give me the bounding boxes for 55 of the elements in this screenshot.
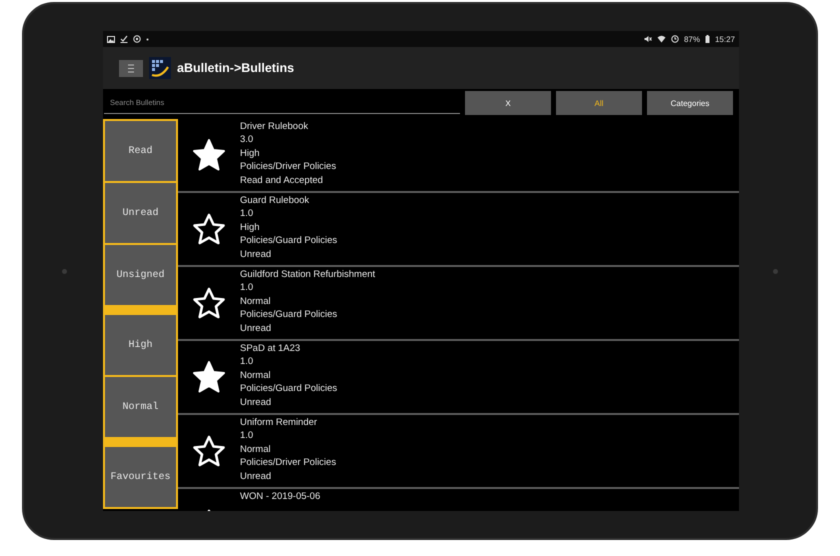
filter-button[interactable]: High xyxy=(105,315,176,375)
star-outline-icon[interactable] xyxy=(192,434,226,468)
bulletin-priority: High xyxy=(240,220,261,234)
clock-time: 15:27 xyxy=(714,34,735,44)
bulletin-title: Uniform Reminder xyxy=(240,416,318,430)
sensor-dot xyxy=(62,268,67,274)
bulletin-status: Unread xyxy=(240,470,272,484)
filter-button[interactable]: Unsigned xyxy=(105,245,176,305)
mute-icon xyxy=(644,35,652,43)
bulletin-priority: Normal xyxy=(240,442,272,456)
menu-icon xyxy=(128,64,134,72)
app-title: aBulletin->Bulletins xyxy=(177,61,294,75)
dot-icon xyxy=(146,38,149,40)
star-filled-icon[interactable] xyxy=(192,138,226,172)
bulletin-status: Unread xyxy=(240,396,272,410)
toolbar-button[interactable]: Categories xyxy=(647,91,733,115)
check-icon xyxy=(120,35,128,43)
bulletin-version: 1.0 xyxy=(240,281,254,295)
filter-button[interactable]: Favourites xyxy=(105,447,176,507)
bulletin-category: Policies/Driver Policies xyxy=(240,160,336,174)
bulletin-category: Policies/Driver Policies xyxy=(240,456,336,470)
sensor-dot xyxy=(773,268,778,274)
bulletin-title: Guildford Station Refurbishment xyxy=(240,268,376,282)
filter-button[interactable]: Normal xyxy=(105,377,176,437)
bulletin-category: Policies/Guard Policies xyxy=(240,382,338,396)
bulletin-category: Policies/Guard Policies xyxy=(240,308,338,322)
alarm-icon xyxy=(670,35,679,43)
wifi-icon xyxy=(656,35,666,43)
star-outline-icon[interactable] xyxy=(192,286,226,320)
bulletin-version: 3.0 xyxy=(240,133,254,147)
bulletin-priority: Normal xyxy=(240,368,272,382)
bulletin-version: 1.0 xyxy=(240,207,254,221)
filter-button[interactable]: Read xyxy=(105,121,176,181)
bulletin-priority: Normal xyxy=(240,294,272,308)
app-logo-icon xyxy=(149,57,171,79)
battery-percent: 87% xyxy=(684,34,700,44)
bulletin-title: Driver Rulebook xyxy=(240,120,310,134)
toolbar-button[interactable]: X xyxy=(465,91,551,115)
bulletin-status: Unread xyxy=(240,248,272,262)
image-icon xyxy=(107,36,115,42)
bulletin-status: Unread xyxy=(240,322,272,336)
bulletin-status: Read and Accepted xyxy=(240,174,324,188)
bulletin-version: 1.0 xyxy=(240,355,254,369)
star-filled-icon[interactable] xyxy=(192,360,226,394)
bulletin-priority: High xyxy=(240,146,261,160)
filter-button[interactable]: Unread xyxy=(105,183,176,243)
star-outline-icon[interactable] xyxy=(192,212,226,246)
bulletin-title: SPaD at 1A23 xyxy=(240,342,302,356)
menu-button[interactable] xyxy=(119,60,143,76)
toolbar-button[interactable]: All xyxy=(556,91,642,115)
bulletin-title: Guard Rulebook xyxy=(240,194,310,208)
bulletin-category: Policies/Guard Policies xyxy=(240,234,338,248)
battery-icon xyxy=(704,35,710,43)
bulletin-version: 1.0 xyxy=(240,429,254,443)
bulletin-title: WON - 2019-05-06 xyxy=(240,490,320,504)
